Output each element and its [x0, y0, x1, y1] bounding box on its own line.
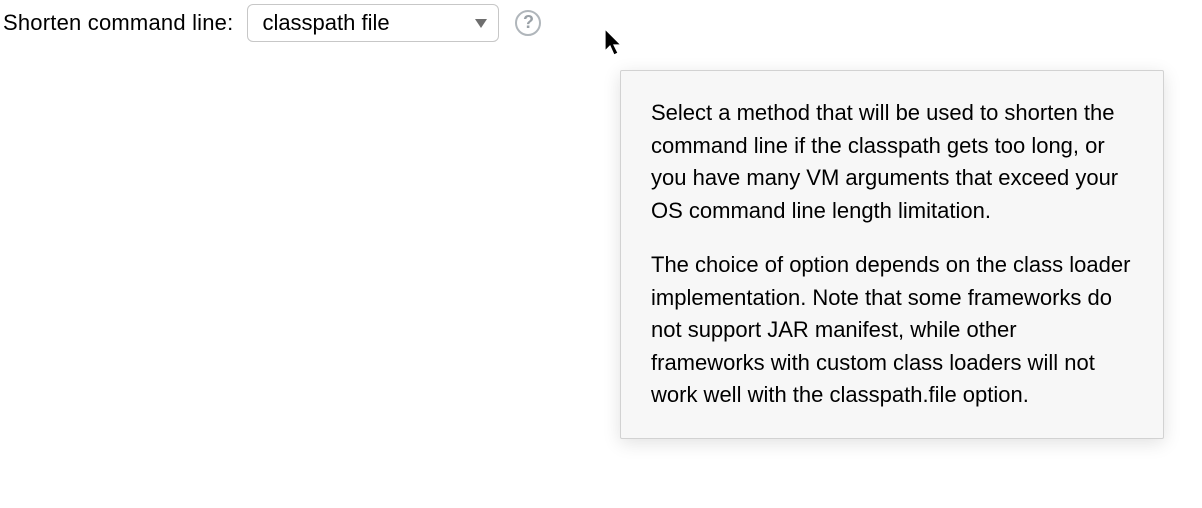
shorten-command-line-row: Shorten command line: classpath file ?	[0, 0, 1202, 46]
help-tooltip: Select a method that will be used to sho…	[620, 70, 1164, 439]
help-icon[interactable]: ?	[515, 10, 541, 36]
dropdown-selected-value: classpath file	[262, 10, 389, 36]
chevron-down-icon	[474, 17, 488, 29]
question-mark-icon: ?	[523, 12, 534, 33]
tooltip-paragraph-2: The choice of option depends on the clas…	[651, 249, 1133, 412]
shorten-command-line-label: Shorten command line:	[3, 10, 233, 36]
tooltip-paragraph-1: Select a method that will be used to sho…	[651, 97, 1133, 227]
shorten-command-line-dropdown[interactable]: classpath file	[247, 4, 499, 42]
